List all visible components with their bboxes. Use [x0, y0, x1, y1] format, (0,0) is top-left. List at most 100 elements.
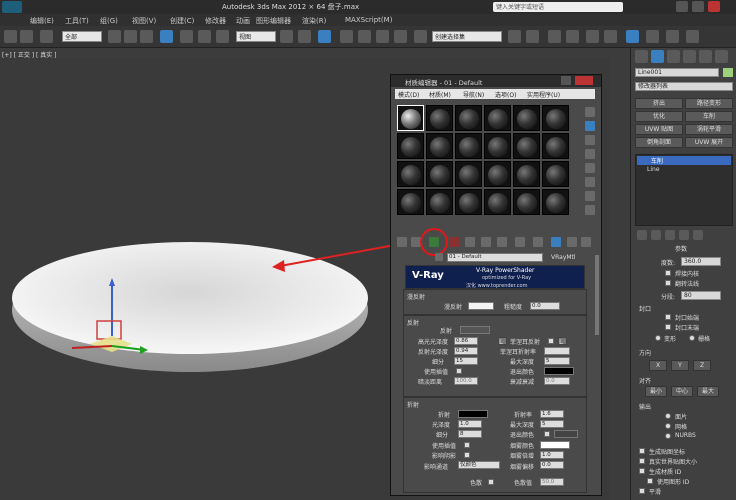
make-unique-mat-icon[interactable] — [481, 237, 491, 247]
select-by-material-icon[interactable] — [585, 205, 595, 215]
menu-edit[interactable]: 编辑(E) — [30, 16, 54, 26]
material-slot[interactable] — [426, 189, 453, 215]
degrees-input[interactable]: 360.0 — [681, 257, 721, 266]
go-forward-sibling-icon[interactable] — [581, 237, 591, 247]
material-slot[interactable] — [484, 189, 511, 215]
maximize-button[interactable] — [692, 1, 704, 12]
out-patch-radio[interactable] — [665, 413, 671, 419]
layer-manager-icon[interactable] — [548, 30, 561, 43]
material-type-button[interactable]: VRayMtl — [551, 254, 576, 261]
align-icon[interactable] — [526, 30, 539, 43]
display-tab-icon[interactable] — [699, 50, 712, 63]
path-deform-button[interactable]: 路径变形 — [685, 98, 733, 109]
material-editor-titlebar[interactable]: 材质编辑器 - 01 - Default — [391, 75, 601, 87]
link-icon[interactable] — [40, 30, 53, 43]
render-production-icon[interactable] — [686, 30, 699, 43]
menu-modifiers[interactable]: 修改器 — [205, 16, 226, 26]
material-slot[interactable] — [397, 161, 424, 187]
undo-icon[interactable] — [4, 30, 17, 43]
reflect-color-swatch[interactable] — [460, 326, 490, 334]
uvw-map-button[interactable]: UVW 贴图 — [635, 124, 683, 135]
rotate-icon[interactable] — [198, 30, 211, 43]
curve-editor-icon[interactable] — [586, 30, 599, 43]
params-rollout-title[interactable]: 参数 — [675, 244, 687, 253]
pick-material-icon[interactable] — [435, 253, 443, 261]
close-button[interactable] — [708, 1, 720, 12]
align-center-button[interactable]: 中心 — [671, 386, 693, 397]
material-slot[interactable] — [426, 161, 453, 187]
remove-modifier-icon[interactable] — [679, 230, 689, 240]
material-slot[interactable] — [484, 133, 511, 159]
unwrap-uvw-button[interactable]: UVW 展开 — [685, 137, 733, 148]
menu-rendering[interactable]: 渲染(R) — [302, 16, 326, 26]
named-selection-dropdown[interactable]: 创建选择集 — [432, 31, 502, 42]
cap-start-checkbox[interactable] — [665, 314, 671, 320]
pin-stack-icon[interactable] — [637, 230, 647, 240]
modifier-stack[interactable]: 车削 Line — [635, 154, 733, 226]
menu-create[interactable]: 创建(C) — [170, 16, 194, 26]
material-slot[interactable] — [397, 189, 424, 215]
affect-channels-dropdown[interactable]: 仅颜色 — [458, 461, 500, 469]
object-color-swatch[interactable] — [723, 68, 733, 77]
graphite-icon[interactable] — [566, 30, 579, 43]
material-slot[interactable] — [513, 133, 540, 159]
roughness-input[interactable]: 0.0 — [530, 302, 560, 310]
fresnel-checkbox[interactable] — [548, 338, 554, 344]
use-interp-checkbox[interactable] — [456, 368, 462, 374]
reference-coord-dropdown[interactable]: 视图 — [236, 31, 276, 42]
morph-radio[interactable] — [655, 335, 661, 341]
extrude-button[interactable]: 挤出 — [635, 98, 683, 109]
stack-item-lathe[interactable]: 车削 — [637, 156, 731, 165]
flip-normals-checkbox[interactable] — [665, 280, 671, 286]
show-end-result-icon[interactable] — [651, 230, 661, 240]
make-copy-icon[interactable] — [465, 237, 475, 247]
refr-subdivs-input[interactable]: 8 — [458, 430, 482, 438]
fog-mult-input[interactable]: 1.0 — [540, 451, 564, 459]
spinner-snap-icon[interactable] — [394, 30, 407, 43]
material-slot[interactable] — [542, 189, 569, 215]
material-editor-icon[interactable] — [626, 30, 639, 43]
mat-menu-mode[interactable]: 模式(D) — [398, 90, 419, 99]
help-search-input[interactable]: 键入关键字或短语 — [493, 2, 623, 12]
object-name-field[interactable]: Line001 — [635, 68, 719, 77]
align-min-button[interactable]: 最小 — [645, 386, 667, 397]
select-by-name-icon[interactable] — [124, 30, 137, 43]
angle-snap-icon[interactable] — [358, 30, 371, 43]
video-color-check-icon[interactable] — [585, 163, 595, 173]
dim-distance-input[interactable]: 100.0 — [454, 377, 478, 385]
backlight-icon[interactable] — [585, 121, 595, 131]
dir-x-button[interactable]: X — [649, 360, 667, 371]
select-object-icon[interactable] — [108, 30, 121, 43]
abbe-input[interactable]: 50.0 — [540, 478, 564, 486]
mat-menu-utilities[interactable]: 实用程序(U) — [527, 90, 560, 99]
window-crossing-icon[interactable] — [160, 30, 173, 43]
rect-selection-icon[interactable] — [140, 30, 153, 43]
optimize-button[interactable]: 优化 — [635, 111, 683, 122]
menu-views[interactable]: 视图(V) — [132, 16, 156, 26]
exit-color-swatch[interactable] — [544, 367, 574, 375]
material-slot[interactable] — [426, 105, 453, 131]
menu-tools[interactable]: 工具(T) — [65, 16, 89, 26]
align-max-button[interactable]: 最大 — [697, 386, 719, 397]
material-slot[interactable] — [455, 161, 482, 187]
smooth-checkbox[interactable] — [639, 488, 645, 494]
create-tab-icon[interactable] — [635, 50, 648, 63]
dispersion-checkbox[interactable] — [488, 479, 494, 485]
get-material-icon[interactable] — [397, 237, 407, 247]
refr-exit-color-checkbox[interactable] — [544, 431, 550, 437]
background-icon[interactable] — [585, 135, 595, 145]
material-slot[interactable] — [484, 105, 511, 131]
material-slot[interactable] — [513, 105, 540, 131]
fog-bias-input[interactable]: 0.0 — [540, 461, 564, 469]
mat-close-button[interactable] — [575, 76, 593, 85]
dir-y-button[interactable]: Y — [671, 360, 689, 371]
go-to-parent-icon[interactable] — [567, 237, 577, 247]
material-name-field[interactable]: 01 - Default — [447, 253, 543, 262]
material-slot[interactable] — [397, 105, 424, 131]
segments-input[interactable]: 80 — [681, 291, 721, 300]
schematic-view-icon[interactable] — [604, 30, 617, 43]
mirror-icon[interactable] — [508, 30, 521, 43]
material-slot[interactable] — [455, 105, 482, 131]
diffuse-color-swatch[interactable] — [468, 302, 494, 310]
material-slot[interactable] — [455, 133, 482, 159]
